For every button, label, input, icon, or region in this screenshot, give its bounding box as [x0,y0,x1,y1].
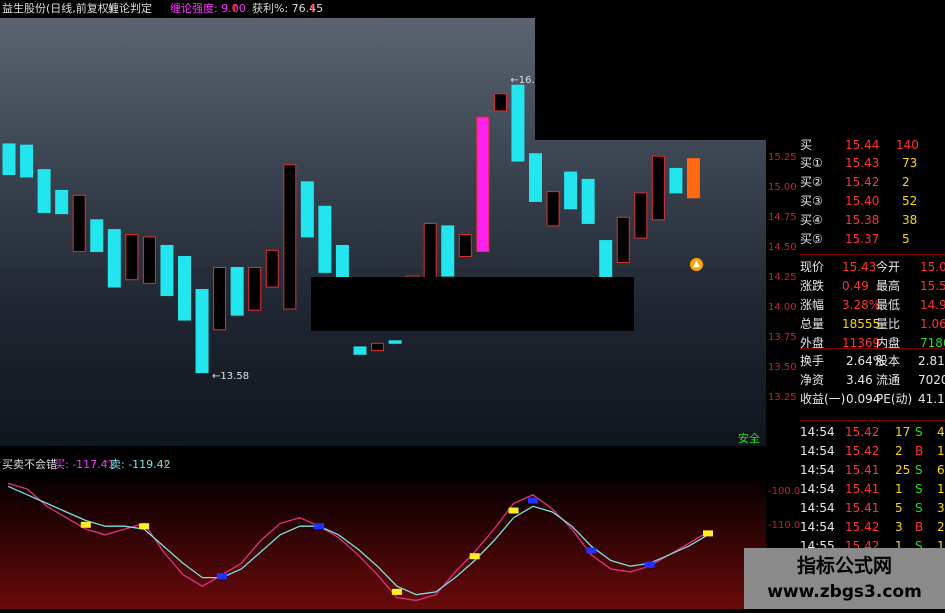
price-tick: 14.75 [768,212,797,223]
stat-row: 外盘11369内盘7186 [800,336,945,350]
signal-marker [391,588,402,595]
candle [441,225,455,277]
warning-icon[interactable]: ▲ [690,258,703,271]
candle [581,178,595,224]
candle [195,288,209,374]
quote-panel: 买 15.44 140 买① 15.43 73 买② 15.42 2 买③ 15.40 52 买④… [800,138,945,609]
candle [142,236,156,284]
signal-marker [703,530,713,537]
fundamental-row: 净资3.46流通7020万 [800,373,945,387]
candle [651,155,665,221]
candle [353,346,367,355]
fundamental-row: 收益(一) 0.094 PE(动) 41.1 [800,392,945,406]
indicator-line [7,485,709,596]
price-annotation: ←13.58 [212,371,249,382]
sub-tick: -100.0 [768,486,801,497]
indicator-name: 缠论判定 [108,2,152,15]
candle [564,171,578,210]
safe-label: 安全 [738,432,760,445]
stat-row: 现价15.43今开15.05 [800,260,945,274]
signal-marker [528,497,538,504]
candle [371,342,385,352]
price-tick: 14.00 [768,302,797,313]
signal-marker [469,553,480,560]
tick-row: 14:54 15.41 5 S 3 [800,501,945,515]
sub-indicator-chart[interactable] [0,472,766,609]
strength-arrow: ↑ [230,2,240,15]
price-tick: 13.75 [768,332,797,343]
candle [55,189,69,215]
tick-row: 14:54 15.42 2 B 1 [800,444,945,458]
price-tick: 15.00 [768,182,797,193]
signal-marker [139,523,150,530]
candle [230,266,244,316]
signal-marker [216,573,227,580]
bid-row: 买② 15.42 2 [800,175,910,189]
candle [107,229,121,288]
bid-row: 买④ 15.38 38 [800,213,918,227]
indicator-line [7,482,709,602]
candle [160,244,174,297]
profit-arrow: ↑ [308,2,318,15]
signal-marker [80,521,91,528]
candle [493,93,507,112]
bid-row: 买③ 15.40 52 [800,194,918,208]
candle [529,153,542,202]
tick-row: 14:54 15.42 17 S 4 [800,425,945,439]
candle [178,255,191,321]
sub-indicator-header: 买卖不会错 买: -117.41 ↑ 卖: -119.42 ↑ [0,458,766,472]
candle [2,143,16,176]
candle [318,205,332,273]
candle [546,191,560,227]
stat-row: 总量 18555 量比 1.06 [800,317,945,331]
candle [511,84,525,162]
candle [20,144,34,178]
candle [265,249,279,288]
price-tick: 13.25 [768,392,797,403]
price-tick: 14.25 [768,272,797,283]
price-tick: 14.50 [768,242,797,253]
candle [616,216,630,264]
signal-marker [508,507,519,514]
sub-indicator-title: 买卖不会错 [2,458,57,471]
tick-row: 14:54 15.42 3 B 2 [800,520,945,534]
candle [634,192,648,239]
tick-row: 14:54 15.41 1 S 1 [800,482,945,496]
bid-partial-row: 买 15.44 140 [800,138,919,152]
candle [300,181,314,238]
stat-row: 涨跌0.49最高15.53 [800,279,945,293]
candle [90,219,104,253]
redacted-area-middle [311,277,634,331]
stat-row: 涨幅3.28%最低14.99 [800,298,945,312]
candle [213,266,227,331]
candle [125,233,139,281]
buy-arrow: ↑ [101,458,111,471]
redacted-area [535,0,945,140]
watermark-logo: 指标公式网 www.zbgs3.com [744,548,945,609]
candle [248,266,262,311]
candle [72,194,86,253]
candle [37,169,51,213]
fundamental-row: 换手2.64%股本2.81亿 [800,354,945,368]
signal-marker [586,547,597,554]
sub-tick: -110.0 [768,520,801,531]
stock-title: 益生股份(日线,前复权) [2,2,114,15]
candle [686,158,700,199]
tick-row: 14:54 15.41 25 S 6 [800,463,945,477]
price-tick: 15.25 [768,152,797,163]
candle [423,222,437,281]
signal-marker [314,523,325,530]
bid-row: 买① 15.43 73 [800,156,918,170]
candle [476,116,490,253]
sub-indicator-plot [7,482,713,602]
signal-marker [644,561,655,568]
candle [283,164,297,310]
candle [458,233,472,257]
sell-arrow: ↑ [161,458,171,471]
bid-row: 买⑤ 15.37 5 [800,232,910,246]
candle [669,167,683,194]
price-tick: 13.50 [768,362,797,373]
candle [388,340,402,344]
price-axis: 15.25 15.00 14.75 14.50 14.25 14.00 13.75 13.50… [766,140,800,446]
